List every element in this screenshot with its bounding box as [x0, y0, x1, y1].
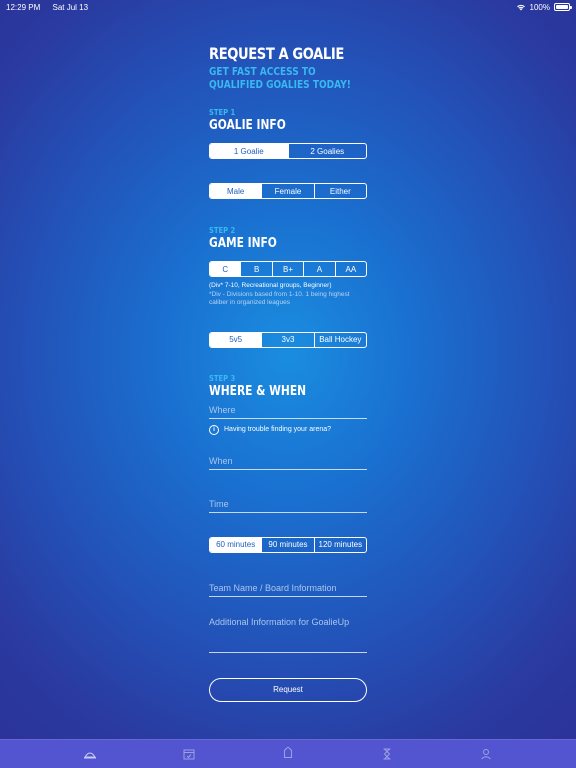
hourglass-icon: [383, 748, 391, 760]
format-option-ball-hockey[interactable]: Ball Hockey: [313, 332, 366, 347]
tab-bar: [0, 739, 576, 768]
step3-title: WHERE & WHEN: [209, 383, 307, 399]
additional-info-input[interactable]: [209, 616, 367, 652]
request-button[interactable]: Request: [209, 677, 367, 702]
tag-icon: [283, 747, 293, 759]
gender-option-female[interactable]: Female: [261, 184, 313, 198]
status-bar: 12:29 PM Sat Jul 13 100%: [0, 0, 576, 14]
level-selector: C B B+ A AA: [209, 261, 367, 277]
duration-option-120[interactable]: 120 minutes: [313, 537, 366, 552]
level-note-main: (Div* 7-10, Recreational groups, Beginne…: [209, 282, 332, 289]
request-form: REQUEST A GOALIE GET FAST ACCESS TO QUAL…: [209, 44, 367, 702]
arena-help[interactable]: i Having trouble finding your arena?: [209, 424, 367, 435]
format-selector: 5v5 3v3 Ball Hockey: [209, 331, 367, 348]
duration-selector: 60 minutes 90 minutes 120 minutes: [209, 536, 367, 553]
tab-home[interactable]: [70, 741, 110, 767]
battery-icon: [554, 3, 572, 11]
profile-icon: [481, 749, 492, 760]
goalie-count-selector: 1 Goalie 2 Goalies: [209, 143, 367, 159]
gender-option-either[interactable]: Either: [313, 184, 366, 198]
battery-percent: 100%: [529, 2, 550, 12]
where-field: [209, 401, 367, 419]
status-time: 12:29 PM: [6, 2, 41, 12]
level-note: (Div* 7-10, Recreational groups, Beginne…: [209, 282, 367, 308]
level-option-a[interactable]: A: [303, 262, 334, 276]
step3-label: STEP 3: [209, 373, 236, 383]
level-option-aa[interactable]: AA: [334, 262, 366, 276]
gender-option-male[interactable]: Male: [210, 184, 262, 198]
page-title: REQUEST A GOALIE: [209, 44, 344, 63]
level-note-sub: *Div - Divisions based from 1-10. 1 bein…: [209, 290, 350, 307]
level-option-c[interactable]: C: [210, 262, 241, 276]
duration-option-60[interactable]: 60 minutes: [210, 537, 262, 552]
home-icon: [83, 752, 96, 759]
goalie-count-option-2[interactable]: 2 Goalies: [287, 144, 367, 158]
tab-tag[interactable]: [268, 741, 308, 767]
step2-title: GAME INFO: [209, 236, 277, 251]
team-input[interactable]: [209, 582, 367, 593]
step2-label: STEP 2: [209, 226, 236, 235]
time-input[interactable]: [209, 498, 367, 509]
level-option-b-plus[interactable]: B+: [271, 262, 303, 276]
format-option-3v3[interactable]: 3v3: [261, 332, 313, 347]
step1-title: GOALIE INFO: [209, 118, 286, 133]
tab-profile[interactable]: [466, 741, 506, 767]
status-right: 100%: [516, 2, 572, 12]
status-date: Sat Jul 13: [52, 2, 89, 12]
when-input[interactable]: [209, 455, 367, 466]
tab-calendar[interactable]: [169, 741, 209, 767]
where-input[interactable]: [209, 404, 367, 415]
format-option-5v5[interactable]: 5v5: [210, 332, 262, 347]
info-icon: i: [209, 424, 219, 435]
additional-info-field: [209, 613, 367, 653]
when-field: [209, 452, 367, 470]
calendar-icon: [183, 749, 195, 760]
step1-label: STEP 1: [209, 108, 236, 117]
status-left: 12:29 PM Sat Jul 13: [6, 3, 98, 12]
wifi-icon: [516, 4, 525, 11]
duration-option-90[interactable]: 90 minutes: [261, 537, 313, 552]
gender-selector: Male Female Either: [209, 183, 367, 199]
goalie-count-option-1[interactable]: 1 Goalie: [210, 144, 288, 158]
page-subtitle: GET FAST ACCESS TO QUALIFIED GOALIES TOD…: [209, 65, 351, 91]
level-option-b[interactable]: B: [240, 262, 271, 276]
tab-history[interactable]: [367, 741, 407, 767]
team-field: [209, 579, 367, 597]
time-field: [209, 495, 367, 513]
arena-help-text: Having trouble finding your arena?: [224, 426, 332, 433]
